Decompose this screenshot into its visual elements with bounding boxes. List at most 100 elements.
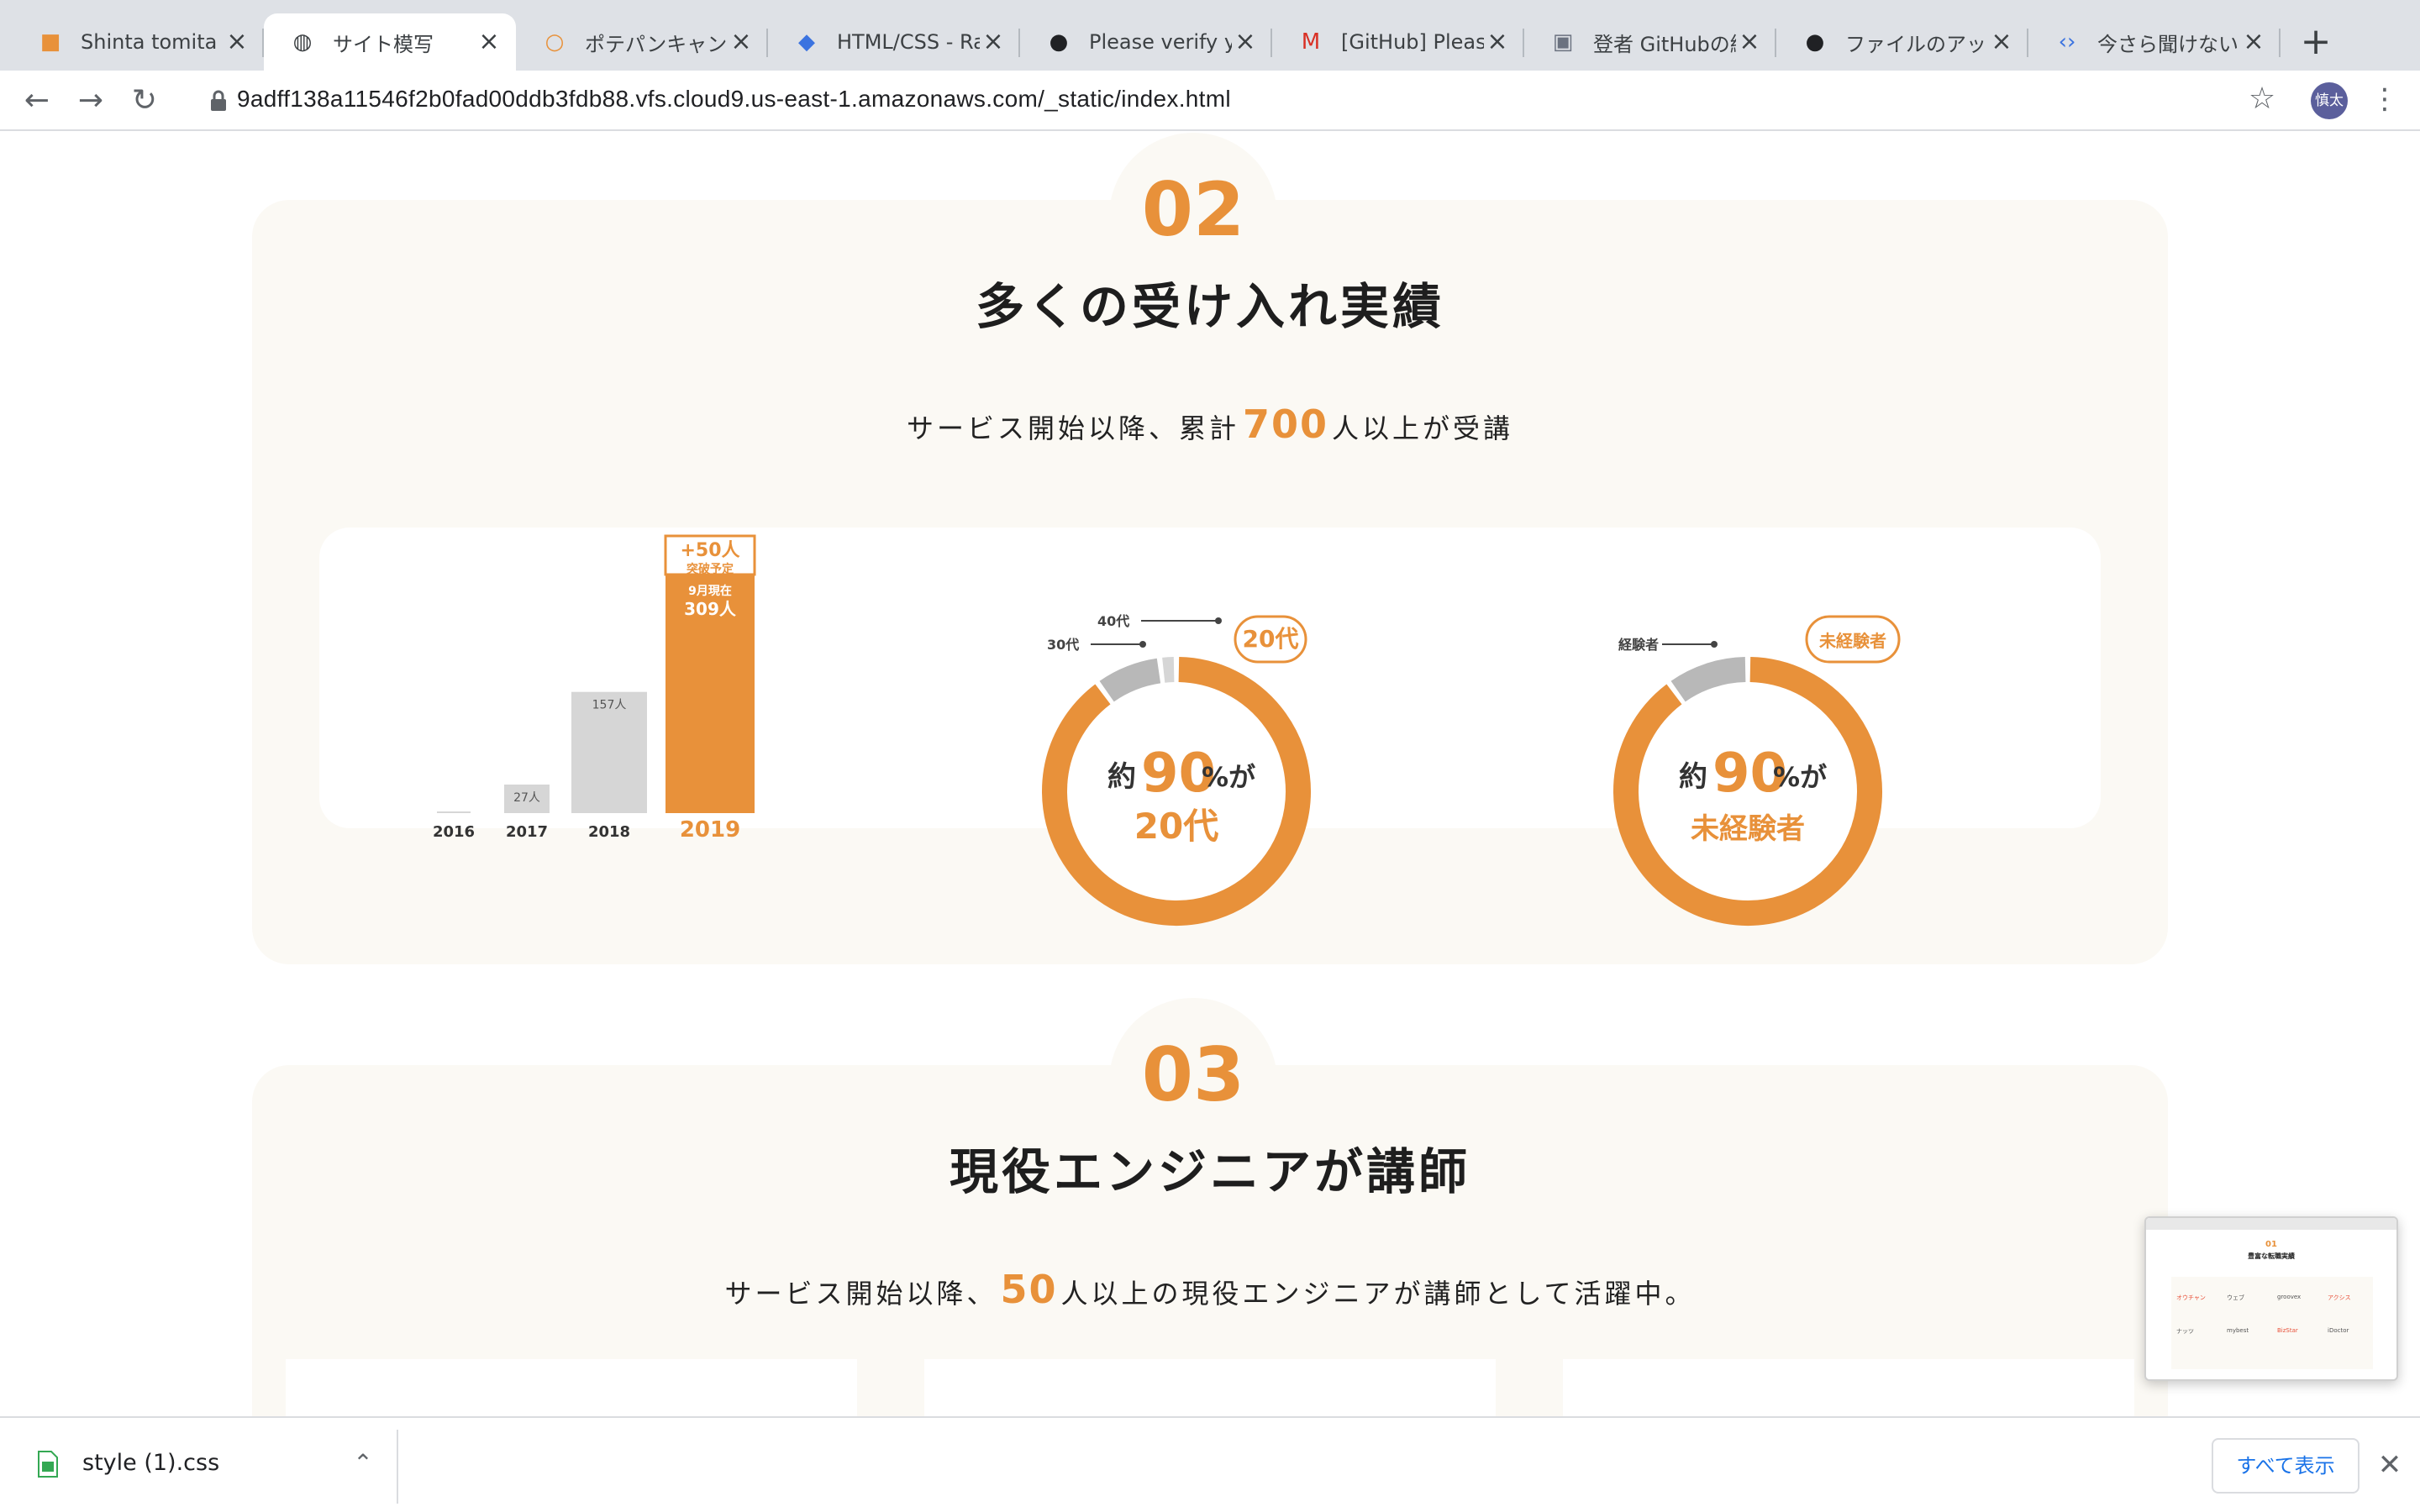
browser-toolbar: ← → ↻ 9adff138a11546f2b0fad00ddb3fdb88.v… bbox=[0, 71, 2420, 131]
section-03-heading: 現役エンジニアが講師 bbox=[949, 1143, 1470, 1200]
tab-title: サイト模写 bbox=[333, 32, 434, 56]
tab-title: Shinta tomita - bbox=[81, 30, 224, 54]
thumbnail-logo: iDoctor bbox=[2328, 1327, 2349, 1334]
section-02-number: 02 bbox=[1141, 166, 1245, 253]
donut-center-unit: %が bbox=[1773, 761, 1827, 793]
section-03-lead: サービス開始以降、50 人以上の現役エンジニアが講師として活躍中。 bbox=[0, 1267, 2420, 1312]
tab-close-icon[interactable]: × bbox=[224, 29, 250, 55]
back-button[interactable]: ← bbox=[17, 81, 57, 121]
reload-button[interactable]: ↻ bbox=[124, 81, 165, 121]
close-icon[interactable]: ✕ bbox=[2371, 1446, 2408, 1483]
browser-tab[interactable]: ○ ポテパンキャンプ× bbox=[516, 13, 768, 71]
bar-category-label: 2019 bbox=[680, 817, 740, 843]
tab-close-icon[interactable]: × bbox=[1232, 29, 1259, 55]
lead-suffix: 人以上が受講 bbox=[1332, 412, 1514, 444]
thumbnail-title: 豊富な転職実績 bbox=[2248, 1252, 2295, 1260]
bar-category-label: 2016 bbox=[433, 823, 475, 841]
tab-close-icon[interactable]: × bbox=[980, 29, 1007, 55]
donut-leader-label: 30代 bbox=[1047, 637, 1079, 653]
show-all-downloads-button[interactable]: すべて表示 bbox=[2212, 1438, 2360, 1494]
bar-highlight-label: 9月現在 bbox=[688, 584, 732, 598]
section-03-number: 03 bbox=[1141, 1032, 1245, 1118]
chevron-up-icon[interactable]: ⌃ bbox=[346, 1443, 380, 1483]
tab-close-icon[interactable]: × bbox=[2240, 29, 2267, 55]
globe-icon: ◍ bbox=[292, 29, 313, 55]
donut-leader-dot bbox=[1215, 617, 1222, 624]
lead-number: 50 bbox=[1000, 1267, 1058, 1312]
lead-number: 700 bbox=[1242, 402, 1329, 447]
new-tab-button[interactable]: + bbox=[2292, 18, 2339, 66]
url-text[interactable]: 9adff138a11546f2b0fad00ddb3fdb88.vfs.clo… bbox=[237, 86, 1231, 113]
bar-planned-label: +50人 bbox=[680, 540, 739, 561]
bar-category-label: 2017 bbox=[506, 823, 548, 841]
donut-center-prefix: 約 bbox=[1679, 760, 1707, 794]
lead-prefix: サービス開始以降、累計 bbox=[906, 412, 1239, 444]
donut-center-category: 20代 bbox=[1134, 806, 1218, 847]
forward-button[interactable]: → bbox=[71, 81, 111, 121]
download-file-name[interactable]: style (1).css bbox=[82, 1450, 219, 1476]
tab-title: 登者 GitHubの紹 bbox=[1593, 32, 1736, 56]
donut-leader-label: 40代 bbox=[1097, 613, 1129, 629]
address-bar[interactable]: 9adff138a11546f2b0fad00ddb3fdb88.vfs.clo… bbox=[180, 77, 2281, 124]
thumbnail-logo: mybest bbox=[2227, 1327, 2249, 1334]
tab-title: ファイルのアップ bbox=[1845, 32, 1988, 56]
download-bar: style (1).css ⌃ すべて表示 ✕ bbox=[0, 1416, 2420, 1512]
bar-value-label: 157人 bbox=[592, 699, 627, 712]
thumbnail-logo: アクシス bbox=[2328, 1294, 2351, 1301]
browser-tab[interactable]: ● ファイルのアップ× bbox=[1776, 13, 2028, 71]
thumbnail-logos: オウチャン ウェブ groovex アクシス ナッツ mybest BizStar iDoct… bbox=[2171, 1277, 2373, 1369]
donut-slice-40代 bbox=[1162, 657, 1175, 683]
profile-avatar[interactable]: 慎太 bbox=[2311, 82, 2348, 119]
github-icon: ● bbox=[1805, 29, 1825, 55]
tab-close-icon[interactable]: × bbox=[728, 29, 755, 55]
section-02-heading: 多くの受け入れ実績 bbox=[975, 278, 1444, 335]
browser-tab[interactable]: ● Please verify y × bbox=[1020, 13, 1272, 71]
donut-center-unit: %が bbox=[1202, 761, 1255, 793]
gmail-icon: M bbox=[1301, 29, 1321, 55]
browser-tab[interactable]: M [GitHub] Please × bbox=[1272, 13, 1524, 71]
browser-tab[interactable]: ■ Shinta tomita - × bbox=[12, 13, 264, 71]
bar-2016 bbox=[437, 811, 471, 813]
bookmark-star-icon[interactable]: ☆ bbox=[2244, 81, 2281, 118]
lock-icon bbox=[211, 90, 226, 111]
bar-value-label: 309人 bbox=[684, 599, 737, 619]
browser-tab[interactable]: ◆ HTML/CSS - Ra × bbox=[768, 13, 1020, 71]
teacher-card bbox=[286, 1359, 857, 1416]
tab-close-icon[interactable]: × bbox=[1988, 29, 2015, 55]
bar-category-label: 2018 bbox=[588, 823, 630, 841]
page-viewport: 02 多くの受け入れ実績 サービス開始以降、累計700 人以上が受講 2016 20… bbox=[0, 133, 2420, 1416]
hatena-icon: ▣ bbox=[1552, 29, 1574, 55]
browser-tab[interactable]: ◍ サイト模写 × bbox=[264, 13, 516, 71]
tab-title: ポテパンキャンプ bbox=[585, 32, 728, 56]
donut-leader-dot bbox=[1711, 641, 1718, 648]
teacher-card bbox=[1563, 1359, 2134, 1416]
tab-close-icon[interactable]: × bbox=[476, 29, 502, 55]
tab-title: [GitHub] Please bbox=[1341, 30, 1484, 54]
thumbnail-logo: groovex bbox=[2277, 1294, 2302, 1300]
donut-callout-label: 未経験者 bbox=[1819, 631, 1886, 651]
thumbnail-number: 01 bbox=[2265, 1240, 2277, 1249]
tab-separator bbox=[2279, 29, 2281, 57]
thumbnail-logo: ウェブ bbox=[2227, 1294, 2244, 1301]
donut-leader-dot bbox=[1139, 641, 1146, 648]
thumbnail-titlebar bbox=[2146, 1218, 2396, 1230]
tab-close-icon[interactable]: × bbox=[1736, 29, 1763, 55]
tab-close-icon[interactable]: × bbox=[1484, 29, 1511, 55]
tab-title: HTML/CSS - Ra bbox=[837, 30, 980, 54]
browser-menu-button[interactable]: ⋮ bbox=[2370, 81, 2400, 118]
bar-value-label: 27人 bbox=[513, 791, 540, 805]
teacher-card bbox=[924, 1359, 1496, 1416]
donut-leader-label: 経験者 bbox=[1618, 637, 1659, 653]
divider bbox=[397, 1430, 398, 1504]
browser-tab[interactable]: ‹› 今さら聞けない × bbox=[2028, 13, 2281, 71]
section-02-lead: サービス開始以降、累計700 人以上が受講 bbox=[0, 402, 2420, 447]
page-preview-thumbnail[interactable]: 01 豊富な転職実績 オウチャン ウェブ groovex アクシス ナッツ mybest B… bbox=[2144, 1216, 2398, 1381]
donut-callout-label: 20代 bbox=[1243, 625, 1299, 653]
thumbnail-logo: オウチャン bbox=[2176, 1294, 2206, 1301]
github-icon: ● bbox=[1049, 29, 1069, 55]
browser-tab[interactable]: ▣ 登者 GitHubの紹 × bbox=[1524, 13, 1776, 71]
donut-center-category: 未経験者 bbox=[1691, 812, 1805, 846]
thumbnail-logo: ナッツ bbox=[2176, 1328, 2194, 1335]
tab-strip: ■Shinta tomita -×◍サイト模写×○ポテパンキャンプ×◆HTML/… bbox=[0, 0, 2420, 71]
layers-icon: ◆ bbox=[798, 29, 815, 55]
